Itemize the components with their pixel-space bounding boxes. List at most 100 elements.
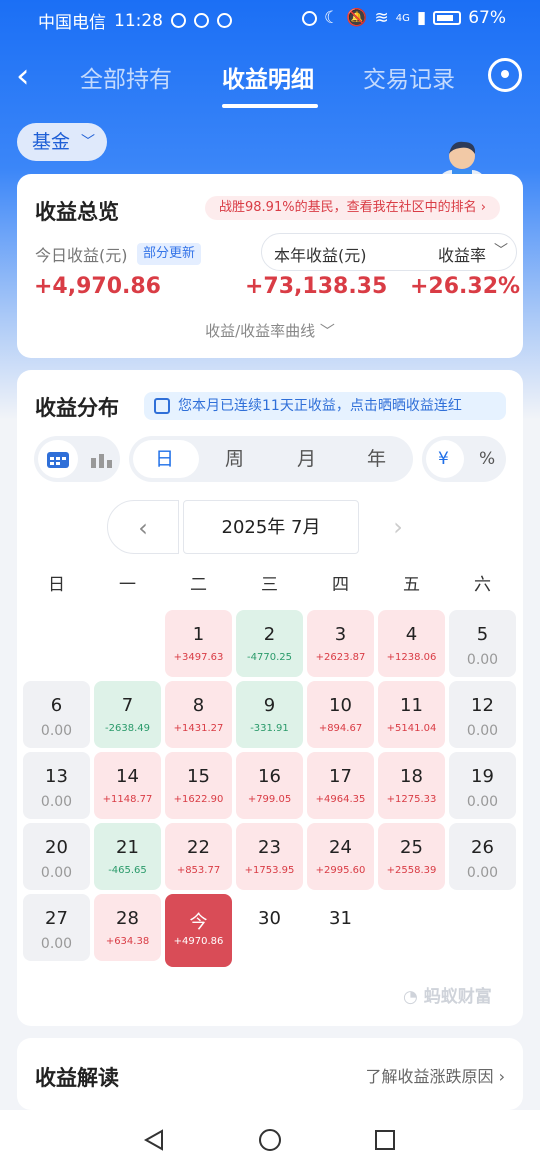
calendar-day[interactable]: 9 -331.91	[236, 681, 303, 748]
calendar-day[interactable]: 26 0.00	[449, 823, 516, 890]
calendar-day[interactable]: 17 +4964.35	[307, 752, 374, 819]
today-income-value: +4,970.86	[34, 274, 161, 299]
rank-banner[interactable]: 战胜98.91%的基民，查看我在社区中的排名 ›	[205, 196, 500, 220]
tab-transactions[interactable]: 交易记录	[363, 60, 455, 94]
calendar-icon[interactable]	[46, 449, 70, 469]
calendar-day[interactable]: 4 +1238.06	[378, 610, 445, 677]
network-type: 4G	[395, 12, 410, 24]
day-number: 22	[187, 837, 210, 858]
year-rate-toggle[interactable]: 本年收益(元) 收益率 ﹀	[261, 233, 517, 271]
share-icon	[154, 398, 170, 414]
day-income: 0.00	[466, 865, 499, 881]
calendar-day[interactable]: 2 -4770.25	[236, 610, 303, 677]
moon-icon: ☾	[324, 8, 340, 28]
interpretation-link-text: 了解收益涨跌原因	[365, 1067, 494, 1086]
day-income: +5141.04	[386, 723, 437, 734]
fund-type-label: 基金	[32, 131, 71, 153]
alarm-icon	[302, 10, 318, 26]
calendar-day[interactable]: 25 +2558.39	[378, 823, 445, 890]
calendar-day[interactable]: 14 +1148.77	[94, 752, 161, 819]
fund-type-dropdown[interactable]: 基金 ﹀	[17, 123, 107, 161]
day-number: 19	[471, 766, 494, 787]
period-year[interactable]: 年	[367, 436, 386, 482]
calendar-day[interactable]: 1 +3497.63	[165, 610, 232, 677]
unit-percent[interactable]: %	[479, 436, 495, 482]
calendar-day[interactable]: 16 +799.05	[236, 752, 303, 819]
day-income: +634.38	[105, 936, 150, 947]
period-month[interactable]: 月	[297, 436, 316, 482]
carrier-label: 中国电信	[38, 13, 106, 33]
back-triangle-icon[interactable]	[142, 1128, 166, 1152]
calendar-day[interactable]: 11 +5141.04	[378, 681, 445, 748]
home-circle-icon[interactable]	[258, 1128, 282, 1152]
customer-service-icon[interactable]	[488, 58, 522, 92]
day-income: +1622.90	[173, 794, 224, 805]
signal-icon: ▮	[416, 8, 427, 28]
calendar-day[interactable]: 18 +1275.33	[378, 752, 445, 819]
calendar-day[interactable]: 22 +853.77	[165, 823, 232, 890]
day-number: 16	[258, 766, 281, 787]
weekday-tue: 二	[190, 575, 207, 595]
day-number: 10	[329, 695, 352, 716]
calendar-day[interactable]: 8 +1431.27	[165, 681, 232, 748]
curve-link[interactable]: 收益/收益率曲线 ﹀	[17, 320, 523, 341]
streak-share-pill[interactable]: 您本月已连续11天正收益，点击晒晒收益连红	[144, 392, 506, 420]
prev-month-button[interactable]: ‹	[107, 500, 179, 554]
calendar-day[interactable]: 3 +2623.87	[307, 610, 374, 677]
unit-yuan[interactable]: ¥	[438, 436, 449, 482]
calendar-day[interactable]: 20 0.00	[23, 823, 90, 890]
month-navigator: ‹ 2025年 7月 ›	[107, 500, 433, 556]
day-income: -2638.49	[105, 723, 150, 734]
tab-all-holdings[interactable]: 全部持有	[80, 60, 172, 94]
day-number: 30	[258, 908, 281, 929]
calendar-day[interactable]: 24 +2995.60	[307, 823, 374, 890]
rate-value: +26.32%	[410, 274, 521, 299]
calendar-day[interactable]: 19 0.00	[449, 752, 516, 819]
calendar-day[interactable]: 6 0.00	[23, 681, 90, 748]
interpretation-link[interactable]: 了解收益涨跌原因 ›	[366, 1063, 506, 1087]
view-mode-toggle	[34, 436, 120, 482]
day-income: +1275.33	[386, 794, 437, 805]
status-bar: 中国电信 11:28 ☾ 🔕 ≋ 4G ▮ 67%	[0, 0, 540, 38]
recents-square-icon[interactable]	[373, 1128, 397, 1152]
next-month-button[interactable]: ›	[363, 500, 433, 554]
distribution-card: 收益分布 您本月已连续11天正收益，点击晒晒收益连红 日 周 月 年 ¥ % ‹…	[17, 370, 523, 1026]
day-number: 11	[400, 695, 423, 716]
calendar-day[interactable]: 21 -465.65	[94, 823, 161, 890]
calendar-day[interactable]: 15 +1622.90	[165, 752, 232, 819]
weekday-sat: 六	[474, 575, 491, 595]
day-number: 21	[116, 837, 139, 858]
day-number: 18	[400, 766, 423, 787]
active-tab-indicator	[222, 104, 318, 108]
calendar-day[interactable]: 7 -2638.49	[94, 681, 161, 748]
app-notify-icon	[171, 13, 186, 28]
year-income-value: +73,138.35	[245, 274, 388, 299]
chevron-down-icon: ﹀	[81, 134, 95, 150]
tab-income-detail[interactable]: 收益明细	[222, 60, 314, 94]
weekday-thu: 四	[332, 575, 349, 595]
weekday-fri: 五	[403, 575, 420, 595]
period-day[interactable]: 日	[155, 436, 174, 482]
period-week[interactable]: 周	[225, 436, 244, 482]
calendar-day[interactable]: 10 +894.67	[307, 681, 374, 748]
calendar-day[interactable]: 13 0.00	[23, 752, 90, 819]
back-button[interactable]: ‹	[16, 56, 46, 96]
top-nav: ‹ 全部持有 收益明细 交易记录	[0, 48, 540, 108]
curve-link-text: 收益/收益率曲线	[205, 322, 316, 340]
calendar-day[interactable]: 27 0.00	[23, 894, 90, 961]
day-income: -465.65	[108, 865, 147, 876]
calendar-day[interactable]: 5 0.00	[449, 610, 516, 677]
day-number: 26	[471, 837, 494, 858]
day-number: 28	[116, 908, 139, 929]
day-income: +1148.77	[102, 794, 153, 805]
day-income: +1431.27	[173, 723, 224, 734]
calendar-day[interactable]: 28 +634.38	[94, 894, 161, 961]
day-income: 0.00	[40, 865, 73, 881]
day-number: 6	[50, 695, 63, 716]
calendar-day[interactable]: 12 0.00	[449, 681, 516, 748]
calendar-day[interactable]: 23 +1753.95	[236, 823, 303, 890]
day-income: -331.91	[250, 723, 289, 734]
bar-chart-icon[interactable]	[90, 450, 114, 468]
day-income	[307, 936, 374, 950]
calendar-day-today[interactable]: 今 +4970.86	[165, 894, 232, 967]
